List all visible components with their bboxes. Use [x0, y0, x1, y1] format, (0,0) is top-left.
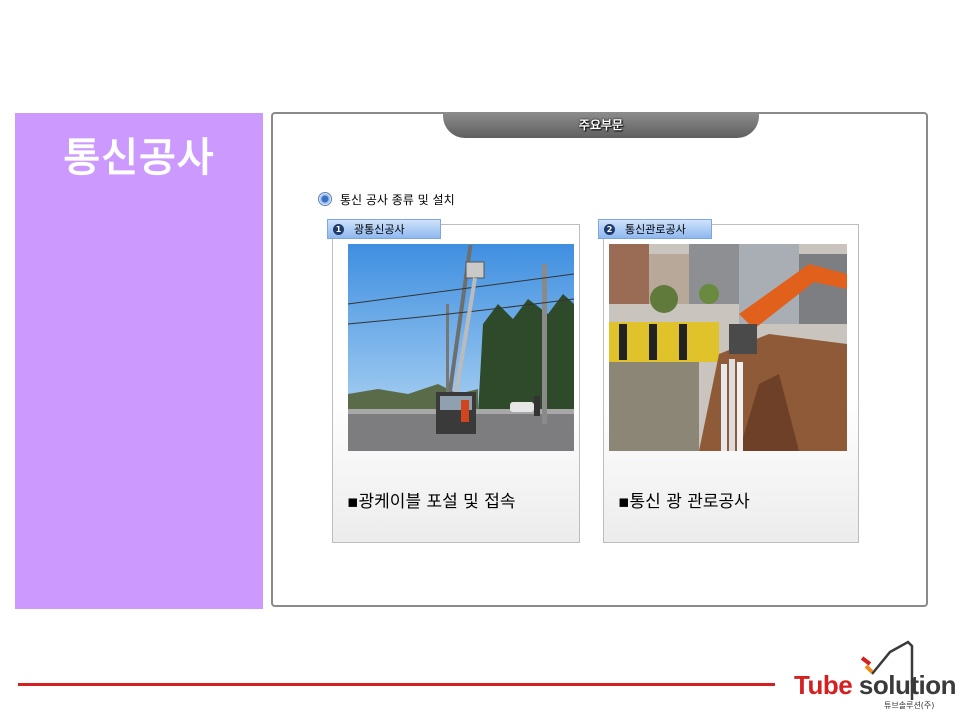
- main-content-box: 주요부문 통신 공사 종류 및 설치 1 광통신공사 ▪광케이블 포설 및 접속…: [271, 112, 928, 607]
- logo-subtitle: 튜브솔루션(주): [884, 701, 935, 710]
- excavator-trench-photo: [609, 244, 847, 451]
- logo-word-solution: solution: [858, 670, 957, 700]
- section-bullet: 통신 공사 종류 및 설치: [318, 189, 455, 209]
- card-badge: 2 통신관로공사: [598, 219, 712, 239]
- footer-divider: [18, 683, 775, 686]
- number-two-icon: 2: [604, 223, 615, 235]
- logo-wordmark: Tube solution: [794, 670, 957, 701]
- card-fiber-optic: 1 광통신공사 ▪광케이블 포설 및 접속: [327, 219, 580, 543]
- side-panel: 통신공사: [15, 113, 263, 609]
- section-tab: 주요부문: [443, 112, 759, 138]
- card-conduit: 2 통신관로공사 ▪통신 광 관로공사: [598, 219, 859, 543]
- logo-word-tube: Tube: [794, 670, 853, 700]
- card-caption: ▪광케이블 포설 및 접속: [347, 492, 516, 512]
- radio-bullet-icon: [318, 192, 332, 206]
- card-badge: 1 광통신공사: [327, 219, 441, 239]
- utility-pole-photo: [348, 244, 574, 451]
- card-badge-label: 통신관로공사: [625, 223, 686, 236]
- page-title: 통신공사: [63, 135, 215, 181]
- card-caption: ▪통신 광 관로공사: [618, 492, 750, 512]
- number-one-icon: 1: [333, 223, 344, 235]
- company-logo: Tube solution 튜브솔루션(주): [790, 640, 957, 715]
- bullet-label: 통신 공사 종류 및 설치: [340, 192, 455, 207]
- card-badge-label: 광통신공사: [354, 223, 405, 236]
